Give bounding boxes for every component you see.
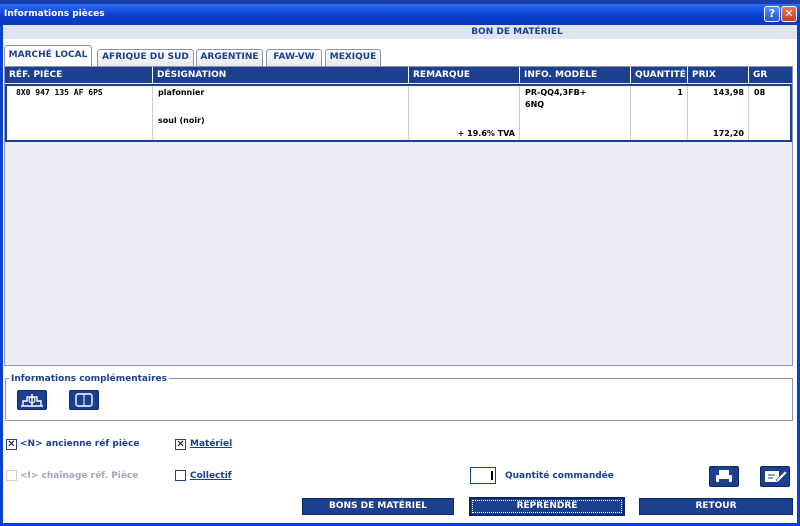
prix-value: 143,98 [713,88,744,97]
cell-designation: plafonnier soul (noir) [153,86,409,140]
tab-argentine[interactable]: ARGENTINE [196,49,263,66]
designation-value: plafonnier [158,88,205,97]
collectif-label: Collectif [190,471,232,481]
retour-button[interactable]: RETOUR [639,498,793,515]
tab-marche-local[interactable]: MARCHÉ LOCAL [4,45,92,67]
col-remarque[interactable]: REMARQUE [409,67,520,83]
cell-ref: 8X0 947 135 AF 6PS [7,86,153,140]
info-complementaires-legend: Informations complémentaires [9,374,169,384]
info-complementaires-box [5,378,793,421]
cell-prix: 143,98 172,20 [688,86,749,140]
quantite-value: 1 [677,88,683,97]
close-button[interactable]: ✕ [781,6,797,22]
materiel-checkbox[interactable]: ✕ [175,439,186,450]
table-header: RÉF. PIÈCE DÉSIGNATION REMARQUE INFO. MO… [5,67,792,83]
quantite-cursor [491,471,493,480]
info-modele-value: PR-QQ4,3FB+ [525,88,587,97]
tab-afrique-du-sud[interactable]: AFRIQUE DU SUD [97,49,194,66]
window-titlebar: Informations pièces ? ✕ [0,4,800,25]
col-info-modele[interactable]: INFO. MODÈLE [520,67,631,83]
collectif-checkbox[interactable] [175,470,186,481]
materiel-label: Matériel [190,439,233,449]
quantite-commandee-input[interactable] [470,467,496,484]
col-gr[interactable]: GR [749,67,792,83]
col-quantite[interactable]: QUANTITÉ [631,67,688,83]
gr-value: 08 [754,88,766,97]
edit-button[interactable] [760,466,790,487]
tree-button[interactable] [17,390,47,410]
ancienne-ref-label: <N> ancienne réf pièce [20,439,140,449]
print-button[interactable] [709,466,739,487]
chainage-label: <I> chaînage réf. Pièce [20,471,139,481]
remarque-value: + 19.6% TVA [457,129,515,138]
section-header-title: BON DE MATÉRIEL [471,27,563,37]
designation-value-2: soul (noir) [158,116,205,125]
reprendre-button[interactable]: REPRENDRE [470,498,624,515]
help-button[interactable]: ? [764,6,780,22]
ancienne-ref-checkbox[interactable]: ✕ [6,439,17,450]
info-modele-value-2: 6NQ [525,100,545,109]
tab-faw-vw[interactable]: FAW-VW [266,49,322,66]
book-icon [75,393,93,407]
cell-gr: 08 [749,86,790,140]
chainage-checkbox[interactable] [6,470,17,481]
col-designation[interactable]: DÉSIGNATION [153,67,409,83]
prix-ttc-value: 172,20 [713,129,744,138]
bons-de-materiel-button[interactable]: BONS DE MATÉRIEL [302,498,454,515]
ref-value: 8X0 947 135 AF 6PS [16,88,103,97]
quantite-commandee-label: Quantité commandée [505,471,614,481]
edit-icon [765,470,788,483]
cell-remarque: + 19.6% TVA [409,86,520,140]
window-title: Informations pièces [4,9,105,19]
col-prix[interactable]: PRIX [688,67,749,83]
cell-info-modele: PR-QQ4,3FB+ 6NQ [520,86,631,140]
table-row[interactable]: 8X0 947 135 AF 6PS plafonnier soul (noir… [5,84,792,142]
printer-icon [716,470,732,483]
tab-mexique[interactable]: MEXIQUE [325,49,381,66]
tree-icon [21,394,43,407]
section-header: BON DE MATÉRIEL [3,25,797,39]
cell-quantite: 1 [631,86,688,140]
parts-table: RÉF. PIÈCE DÉSIGNATION REMARQUE INFO. MO… [4,66,793,366]
book-button[interactable] [69,390,99,410]
col-ref-piece[interactable]: RÉF. PIÈCE [5,67,153,83]
